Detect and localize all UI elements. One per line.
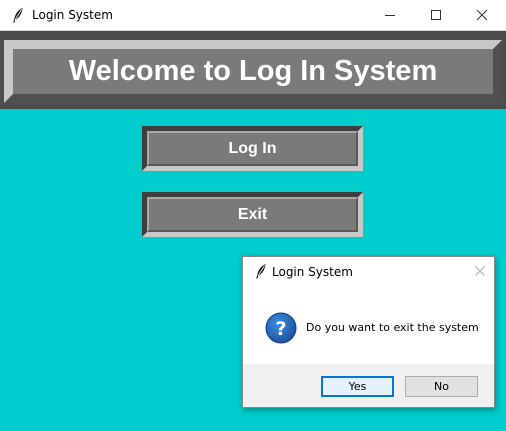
- feather-icon: [13, 8, 23, 23]
- exit-button-label: Exit: [237, 205, 268, 223]
- svg-text:?: ?: [275, 318, 286, 340]
- close-button[interactable]: [459, 0, 505, 30]
- exit-confirm-dialog: Login System ? Do you want to exit the s…: [242, 256, 495, 408]
- maximize-button[interactable]: [413, 0, 459, 30]
- login-button-label: Log In: [228, 139, 277, 157]
- question-icon: ?: [265, 312, 297, 344]
- minimize-icon: [385, 15, 395, 16]
- close-icon: [476, 9, 488, 21]
- yes-button[interactable]: Yes: [321, 376, 394, 397]
- dialog-title-bar[interactable]: Login System: [243, 257, 494, 287]
- dialog-button-area: Yes No: [243, 364, 494, 407]
- maximize-icon: [431, 10, 441, 20]
- close-icon: [475, 266, 485, 276]
- page-title: Welcome to Log In System: [68, 55, 438, 87]
- dialog-close-button[interactable]: [472, 263, 488, 279]
- exit-button[interactable]: Exit: [142, 192, 363, 237]
- minimize-button[interactable]: [367, 0, 413, 30]
- login-button[interactable]: Log In: [142, 126, 363, 171]
- dialog-message: Do you want to exit the system: [306, 321, 479, 334]
- header-banner: Welcome to Log In System: [4, 40, 502, 103]
- dialog-title: Login System: [272, 265, 353, 279]
- title-bar[interactable]: Login System: [0, 0, 506, 31]
- feather-icon: [256, 264, 266, 279]
- main-window: Login System Welcome to Log In System Lo…: [0, 0, 506, 431]
- window-title: Login System: [32, 8, 113, 22]
- no-button[interactable]: No: [405, 376, 478, 397]
